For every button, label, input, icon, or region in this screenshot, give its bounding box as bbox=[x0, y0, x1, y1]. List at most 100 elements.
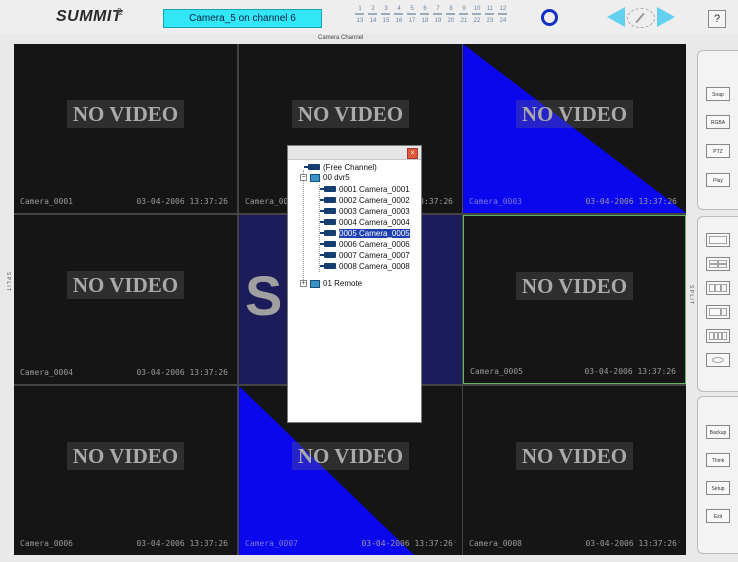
cycle-layout-icon[interactable] bbox=[706, 353, 730, 367]
split-label-right: S P L I T bbox=[688, 285, 694, 305]
channel-num[interactable]: 8 bbox=[445, 6, 457, 12]
channel-num[interactable]: 2 bbox=[367, 6, 379, 12]
camera-item-selected[interactable]: 0005 Camera_0005 bbox=[320, 228, 410, 239]
channel-num[interactable]: 19 bbox=[432, 18, 444, 24]
camera-icon bbox=[320, 207, 336, 214]
split-label-left: S P L I T bbox=[5, 272, 11, 292]
snap-button[interactable]: Snap bbox=[706, 87, 730, 101]
channel-num[interactable]: 17 bbox=[406, 18, 418, 24]
camera-icon bbox=[320, 185, 336, 192]
channel-tick bbox=[433, 13, 442, 15]
channel-num[interactable]: 18 bbox=[419, 18, 431, 24]
channel-tick bbox=[368, 13, 377, 15]
timestamp: 03-04-2006 13:37:26 bbox=[361, 539, 453, 548]
channel-num[interactable]: 23 bbox=[484, 18, 496, 24]
group-item[interactable]: 00 dvr5 bbox=[310, 172, 350, 183]
camera-item[interactable]: 0006 Camera_0006 bbox=[320, 239, 410, 250]
video-cell[interactable]: NO VIDEO Camera_0004 03-04-2006 13:37:26 bbox=[14, 215, 237, 384]
video-cell[interactable]: NO VIDEO Camera_0008 03-04-2006 13:37:26 bbox=[463, 386, 686, 555]
channel-num[interactable]: 12 bbox=[497, 6, 509, 12]
layout-1-icon[interactable] bbox=[706, 233, 730, 247]
play-button[interactable]: Play bbox=[706, 173, 730, 187]
camera-name: Camera_0006 bbox=[20, 539, 73, 548]
channel-num[interactable]: 3 bbox=[380, 6, 392, 12]
timestamp: 03-04-2006 13:37:26 bbox=[585, 197, 677, 206]
channel-num[interactable]: 11 bbox=[484, 6, 496, 12]
channel-num[interactable]: 6 bbox=[419, 6, 431, 12]
timestamp: 03-04-2006 13:37:26 bbox=[136, 539, 228, 548]
backup-button[interactable]: Backup bbox=[706, 425, 730, 439]
status-display: Camera_5 on channel 6 bbox=[163, 9, 322, 28]
video-cell-selected[interactable]: NO VIDEO Camera_0005 03-04-2006 13:37:26 bbox=[463, 215, 686, 384]
channel-num[interactable]: 16 bbox=[393, 18, 405, 24]
camera-icon bbox=[320, 262, 336, 269]
video-cell[interactable]: NO VIDEO Camera_0003 03-04-2006 13:37:26 bbox=[463, 44, 686, 213]
channel-num[interactable]: 22 bbox=[471, 18, 483, 24]
channel-num[interactable]: 20 bbox=[445, 18, 457, 24]
channel-num[interactable]: 5 bbox=[406, 6, 418, 12]
camera-item[interactable]: 0003 Camera_0003 bbox=[320, 206, 410, 217]
layout-6-icon[interactable] bbox=[706, 305, 730, 319]
channel-tick bbox=[485, 13, 494, 15]
navigation-arrows bbox=[605, 7, 677, 29]
popup-title-bar: × bbox=[288, 146, 421, 160]
splash-letter: S bbox=[245, 264, 283, 327]
video-cell[interactable]: NO VIDEO Camera_0001 03-04-2006 13:37:26 bbox=[14, 44, 237, 213]
no-video-label: NO VIDEO bbox=[239, 442, 462, 470]
camera-item[interactable]: 0001 Camera_0001 bbox=[320, 184, 410, 195]
right-panel: Snap RGBA PTZ Play Backup Think Setup Ex… bbox=[697, 44, 738, 562]
no-video-label: NO VIDEO bbox=[464, 272, 685, 300]
channel-tick bbox=[498, 13, 507, 15]
camera-item[interactable]: 0002 Camera_0002 bbox=[320, 195, 410, 206]
setup-button[interactable]: Setup bbox=[706, 481, 730, 495]
arrow-left-icon[interactable] bbox=[607, 7, 625, 27]
rgba-button[interactable]: RGBA bbox=[706, 115, 730, 129]
monitor-icon bbox=[310, 173, 320, 182]
channel-tick bbox=[459, 13, 468, 15]
channel-tick bbox=[381, 13, 390, 15]
channel-selector[interactable]: 1 2 3 4 5 6 7 8 9 10 11 12 13 14 15 16 1… bbox=[354, 6, 510, 30]
camera-channel-label: Camera Channel bbox=[318, 35, 364, 41]
camera-name: Camera_0003 bbox=[469, 197, 522, 206]
expand-icon[interactable]: + bbox=[300, 280, 307, 287]
no-video-label: NO VIDEO bbox=[14, 442, 237, 470]
think-button[interactable]: Think bbox=[706, 453, 730, 467]
collapse-icon[interactable]: − bbox=[300, 174, 307, 181]
record-ring-icon[interactable] bbox=[541, 9, 558, 26]
video-cell[interactable]: NO VIDEO Camera_0006 03-04-2006 13:37:26 bbox=[14, 386, 237, 555]
camera-item[interactable]: 0007 Camera_0007 bbox=[320, 250, 410, 261]
ptz-button[interactable]: PTZ bbox=[706, 144, 730, 158]
camera-item[interactable]: 0008 Camera_0008 bbox=[320, 261, 410, 272]
camera-icon bbox=[304, 163, 320, 170]
no-video-label: NO VIDEO bbox=[463, 100, 686, 128]
channel-num[interactable]: 15 bbox=[380, 18, 392, 24]
arrow-right-icon[interactable] bbox=[657, 7, 675, 27]
summit-logo: SUMMIT bbox=[56, 8, 123, 25]
layout-16-icon[interactable] bbox=[706, 329, 730, 343]
monitor-icon bbox=[310, 279, 320, 288]
group-item[interactable]: 01 Remote bbox=[310, 278, 362, 289]
no-video-label: NO VIDEO bbox=[14, 100, 237, 128]
no-video-label: NO VIDEO bbox=[14, 271, 237, 299]
camera-name: Camera_0007 bbox=[245, 539, 298, 548]
camera-name: Camera_0004 bbox=[20, 368, 73, 377]
logo-mark: & bbox=[116, 7, 123, 18]
exit-button[interactable]: Exit bbox=[706, 509, 730, 523]
channel-num[interactable]: 9 bbox=[458, 6, 470, 12]
channel-num[interactable]: 24 bbox=[497, 18, 509, 24]
channel-num[interactable]: 13 bbox=[354, 18, 366, 24]
channel-num[interactable]: 21 bbox=[458, 18, 470, 24]
action-group: Snap RGBA PTZ Play bbox=[697, 50, 738, 210]
layout-4-icon[interactable] bbox=[706, 257, 730, 271]
channel-num[interactable]: 1 bbox=[354, 6, 366, 12]
close-button[interactable]: × bbox=[407, 148, 418, 159]
camera-item[interactable]: 0004 Camera_0004 bbox=[320, 217, 410, 228]
timestamp: 03-04-2006 13:37:26 bbox=[136, 197, 228, 206]
layout-9-icon[interactable] bbox=[706, 281, 730, 295]
channel-num[interactable]: 10 bbox=[471, 6, 483, 12]
channel-num[interactable]: 14 bbox=[367, 18, 379, 24]
help-button[interactable]: ? bbox=[708, 10, 726, 28]
camera-name: Camera_0005 bbox=[470, 367, 523, 376]
channel-num[interactable]: 4 bbox=[393, 6, 405, 12]
channel-num[interactable]: 7 bbox=[432, 6, 444, 12]
